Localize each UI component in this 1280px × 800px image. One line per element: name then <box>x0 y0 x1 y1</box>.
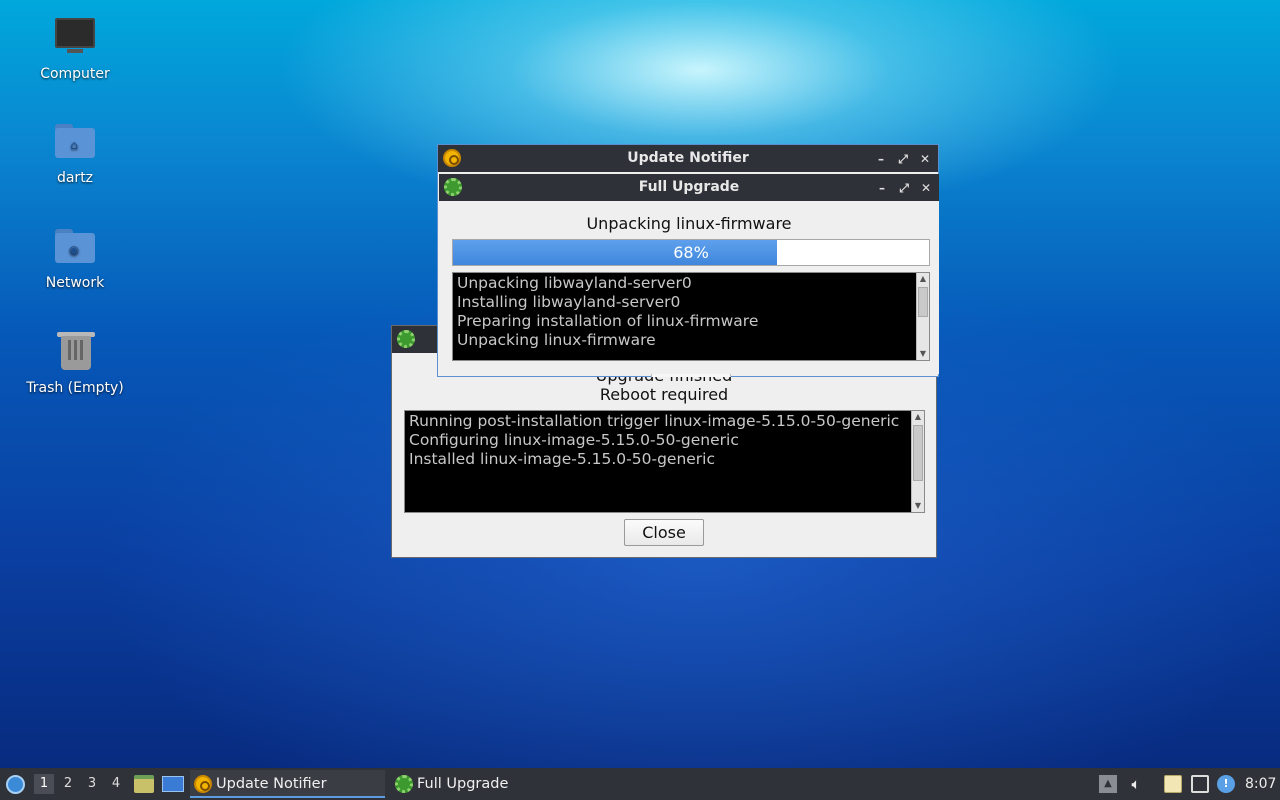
log-line: Preparing installation of linux-firmware <box>457 312 759 330</box>
scrollbar-thumb[interactable] <box>913 425 923 481</box>
show-desktop-icon[interactable] <box>162 776 184 792</box>
full-upgrade-window: Full Upgrade – ⤢ ✕ Unpacking linux-firmw… <box>439 174 939 374</box>
reboot-required-label: Reboot required <box>599 385 729 404</box>
update-notifier-icon <box>443 149 461 167</box>
desktop-icon-computer[interactable]: Computer <box>20 16 130 82</box>
scroll-down-icon[interactable]: ▼ <box>912 500 924 512</box>
network-folder-icon: ◉ <box>53 225 97 269</box>
window-titlebar[interactable]: Update Notifier – ⤢ ✕ <box>438 145 938 172</box>
progress-label: 68% <box>673 243 709 262</box>
gear-icon <box>444 178 462 196</box>
minimize-icon[interactable]: – <box>875 181 889 195</box>
workspace-4[interactable]: 4 <box>106 774 126 794</box>
log-line: Installing libwayland-server0 <box>457 293 681 311</box>
file-manager-launcher-icon[interactable] <box>134 775 154 793</box>
window-title: Full Upgrade <box>638 179 740 195</box>
workspace-1[interactable]: 1 <box>34 774 54 794</box>
clock[interactable]: 8:07 <box>1245 768 1276 800</box>
task-update-notifier[interactable]: Update Notifier <box>190 770 385 798</box>
desktop-icon-label: Network <box>45 275 105 291</box>
tray-expand-icon[interactable]: ▲ <box>1099 775 1117 793</box>
desktop-icon-label: Computer <box>40 66 110 82</box>
computer-icon <box>53 16 97 60</box>
task-label: Full Upgrade <box>417 776 509 792</box>
task-label: Update Notifier <box>216 776 327 792</box>
network-icon[interactable] <box>1191 775 1209 793</box>
desktop-icon-label: Trash (Empty) <box>26 380 124 396</box>
upgrade-status: Unpacking linux-firmware <box>586 214 792 233</box>
volume-icon[interactable]: 🔈︎ <box>1127 775 1145 793</box>
desktop-icon-home[interactable]: ⌂ dartz <box>20 120 130 186</box>
update-notifier-icon <box>194 775 212 793</box>
minimize-icon[interactable]: – <box>874 152 888 166</box>
desktop-icon-network[interactable]: ◉ Network <box>20 225 130 291</box>
window-title: Update Notifier <box>627 150 749 166</box>
progress-bar: 68% <box>452 239 930 266</box>
desktop-icon-label: dartz <box>56 170 94 186</box>
home-folder-icon: ⌂ <box>53 120 97 164</box>
lubuntu-logo-icon <box>6 775 25 794</box>
gear-icon <box>397 330 415 348</box>
update-available-icon[interactable]: ! <box>1217 775 1235 793</box>
start-menu-button[interactable] <box>4 768 28 800</box>
maximize-icon[interactable]: ⤢ <box>896 152 910 166</box>
workspace-2[interactable]: 2 <box>58 774 78 794</box>
window-titlebar[interactable]: Full Upgrade – ⤢ ✕ <box>439 174 939 201</box>
clipboard-icon[interactable] <box>1164 775 1182 793</box>
scroll-up-icon[interactable]: ▲ <box>917 273 929 285</box>
log-scrollbar[interactable]: ▲ ▼ <box>916 273 929 360</box>
gear-icon <box>395 775 413 793</box>
taskbar: 1 2 3 4 Update Notifier Full Upgrade ▲ 🔈… <box>0 768 1280 800</box>
close-icon[interactable]: ✕ <box>919 181 933 195</box>
upgrade-log[interactable]: Unpacking libwayland-server0 Installing … <box>452 272 930 361</box>
workspace-3[interactable]: 3 <box>82 774 102 794</box>
task-full-upgrade[interactable]: Full Upgrade <box>391 770 586 798</box>
close-icon[interactable]: ✕ <box>918 152 932 166</box>
install-log[interactable]: Running post-installation trigger linux-… <box>404 410 925 513</box>
log-line: Unpacking libwayland-server0 <box>457 274 692 292</box>
desktop-icon-trash[interactable]: Trash (Empty) <box>20 330 130 396</box>
log-line: Unpacking linux-firmware <box>457 331 656 349</box>
scroll-up-icon[interactable]: ▲ <box>912 411 924 423</box>
maximize-icon[interactable]: ⤢ <box>897 181 911 195</box>
log-line: Installed linux-image-5.15.0-50-generic <box>409 450 716 468</box>
log-line: Configuring linux-image-5.15.0-50-generi… <box>409 431 739 449</box>
log-scrollbar[interactable]: ▲ ▼ <box>911 411 924 512</box>
scrollbar-thumb[interactable] <box>918 287 928 317</box>
close-button[interactable]: Close <box>624 519 704 546</box>
trash-icon <box>53 330 97 374</box>
log-line: Running post-installation trigger linux-… <box>409 412 900 430</box>
scroll-down-icon[interactable]: ▼ <box>917 348 929 360</box>
